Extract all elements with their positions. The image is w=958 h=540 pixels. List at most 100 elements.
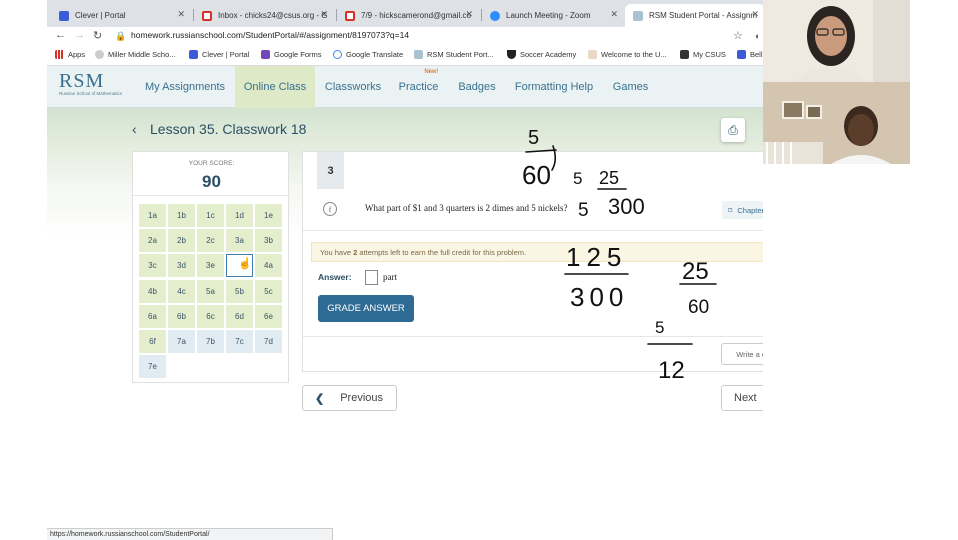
browser-window: Clever | Portal ✕ Inbox - chicks24@csus.… — [47, 0, 763, 540]
nav-my-assignments[interactable]: My Assignments — [139, 66, 231, 108]
bookmark-label: Miller Middle Scho... — [108, 50, 176, 59]
bookmark-label: Apps — [68, 50, 86, 59]
bookmark-label: RSM Student Port... — [427, 50, 494, 59]
answer-input[interactable] — [365, 270, 378, 285]
question-cell-3b[interactable]: 3b — [255, 229, 282, 253]
nav-formatting-help[interactable]: Formatting Help — [508, 66, 600, 108]
divider — [133, 195, 290, 196]
bookmark-label: Welcome to the U... — [601, 50, 667, 59]
close-icon[interactable]: ✕ — [465, 9, 473, 20]
question-cell-2a[interactable]: 2a — [139, 229, 166, 253]
question-cell-5a[interactable]: 5a — [197, 279, 224, 303]
question-cell-7a[interactable]: 7a — [168, 330, 195, 353]
bookmark-welcome[interactable]: Welcome to the U... — [588, 50, 667, 59]
forward-arrow-icon[interactable]: → — [74, 29, 85, 41]
question-cell-1e[interactable]: 1e — [255, 204, 282, 227]
close-icon[interactable]: ✕ — [177, 9, 185, 20]
nav-games[interactable]: Games — [603, 66, 658, 108]
attempts-notice: You have 2 attempts left to earn the ful… — [311, 242, 763, 262]
back-chevron-icon[interactable]: ‹ — [132, 121, 137, 137]
logo-subtitle: Russian School of Mathematics — [59, 91, 123, 96]
previous-button[interactable]: ❮ Previous — [302, 385, 397, 411]
question-cell-6a[interactable]: 6a — [139, 304, 166, 328]
question-cell-1d[interactable]: 1d — [226, 204, 253, 227]
bookmark-apps[interactable]: Apps — [55, 50, 85, 59]
nav-label: My Assignments — [144, 81, 226, 93]
lesson-title: Lesson 35. Classwork 18 — [150, 121, 307, 137]
lock-icon: 🔒 — [115, 31, 127, 41]
rsm-logo[interactable]: RSM Russian School of Mathematics — [59, 70, 122, 96]
next-label: Next — [734, 392, 757, 404]
new-badge: New! — [424, 69, 438, 75]
browser-tab-inbox[interactable]: Inbox - chicks24@csus.org - G ✕ — [194, 4, 334, 27]
bookmark-google-forms[interactable]: Google Forms — [261, 50, 322, 59]
nav-classworks[interactable]: Classworks — [317, 66, 389, 108]
question-cell-4b[interactable]: 4b — [139, 279, 166, 303]
question-cell-6b[interactable]: 6b — [168, 304, 195, 328]
question-cell-7e[interactable]: 7e — [139, 355, 166, 379]
question-cell-4a[interactable]: 4a — [255, 254, 282, 278]
bookmark-bell[interactable]: Bell — [737, 50, 763, 59]
forms-icon — [261, 50, 270, 59]
chapter-reference-button[interactable]: ⌑ Chapter Reference — [722, 201, 763, 219]
close-icon[interactable]: ✕ — [610, 9, 618, 20]
question-cell-6c[interactable]: 6c — [197, 304, 224, 328]
question-cell-3a[interactable]: 3a — [226, 229, 253, 253]
back-arrow-icon[interactable]: ← — [55, 29, 66, 41]
divider — [303, 336, 763, 337]
browser-tab-zoom[interactable]: Launch Meeting - Zoom ✕ — [482, 4, 624, 27]
bookmark-label: Bell — [750, 50, 763, 59]
rsm-icon — [414, 50, 423, 59]
reload-icon[interactable]: ↻ — [93, 29, 102, 42]
question-cell-5b[interactable]: 5b — [226, 279, 253, 303]
question-cell-3c[interactable]: 3c — [139, 254, 166, 278]
bookmark-rsm[interactable]: RSM Student Port... — [414, 50, 494, 59]
bookmark-my-csus[interactable]: My CSUS — [680, 50, 726, 59]
bookmark-miller[interactable]: Miller Middle Scho... — [95, 50, 176, 59]
question-cell-1b[interactable]: 1b — [168, 204, 195, 227]
question-cell-5c[interactable]: 5c — [255, 279, 282, 303]
question-cell-6e[interactable]: 6e — [255, 304, 282, 328]
close-icon[interactable]: ✕ — [751, 9, 759, 20]
address-bar[interactable]: homework.russianschool.com/StudentPortal… — [131, 30, 409, 40]
printer-icon: ⎙ — [728, 122, 738, 137]
grade-answer-button[interactable]: GRADE ANSWER — [318, 295, 414, 322]
nav-practice[interactable]: Practice New! — [391, 66, 446, 108]
score-card: YOUR SCORE: 90 1a 1b 1c 1d 1e 2a 2b 2c 3a 3b 3c 3d 3… — [132, 151, 290, 383]
browser-tab-gmail[interactable]: 7/9 - hickscamerond@gmail.co ✕ — [337, 4, 479, 27]
question-cell-3d[interactable]: 3d — [168, 254, 195, 278]
question-cell-7d[interactable]: 7d — [255, 330, 282, 353]
print-button[interactable]: ⎙ — [721, 118, 745, 142]
bookmark-google-translate[interactable]: Google Translate — [333, 50, 403, 59]
write-comment-button[interactable]: Write a comment — [721, 343, 763, 365]
nav-label: Formatting Help — [514, 81, 594, 93]
tab-label: Clever | Portal — [75, 11, 126, 20]
question-cell-3e[interactable]: 3e — [197, 254, 224, 278]
tab-label: Inbox - chicks24@csus.org - G — [218, 11, 328, 20]
star-icon[interactable]: ☆ — [733, 29, 743, 42]
close-icon[interactable]: ✕ — [320, 9, 328, 20]
bookmark-label: My CSUS — [693, 50, 726, 59]
nav-online-class[interactable]: Online Class — [235, 66, 315, 108]
bookmarks-bar: Apps Miller Middle Scho... Clever | Port… — [47, 46, 763, 66]
question-cell-4c[interactable]: 4c — [168, 279, 195, 303]
question-cell-3f[interactable]: ☝ — [226, 254, 253, 278]
chevron-left-icon: ❮ — [315, 392, 325, 405]
question-cell-7b[interactable]: 7b — [197, 330, 224, 353]
nav-badges[interactable]: Badges — [449, 66, 505, 108]
question-cell-1a[interactable]: 1a — [139, 204, 166, 227]
question-cell-2c[interactable]: 2c — [197, 229, 224, 253]
bookmark-soccer[interactable]: Soccer Academy — [507, 50, 576, 59]
question-cell-1c[interactable]: 1c — [197, 204, 224, 227]
next-button[interactable]: Next ❯ — [721, 385, 763, 411]
question-cell-6f[interactable]: 6f — [139, 330, 166, 353]
bookmark-label: Clever | Portal — [202, 50, 250, 59]
video-thumbnail-1 — [763, 0, 910, 82]
question-cell-2b[interactable]: 2b — [168, 229, 195, 253]
question-cell-6d[interactable]: 6d — [226, 304, 253, 328]
browser-tab-clever[interactable]: Clever | Portal ✕ — [51, 4, 191, 27]
extension-icon[interactable]: ◐ — [755, 31, 760, 41]
browser-tab-rsm[interactable]: RSM Student Portal - Assignm ✕ — [625, 4, 763, 27]
question-cell-7c[interactable]: 7c — [226, 330, 253, 353]
bookmark-clever[interactable]: Clever | Portal — [189, 50, 249, 59]
